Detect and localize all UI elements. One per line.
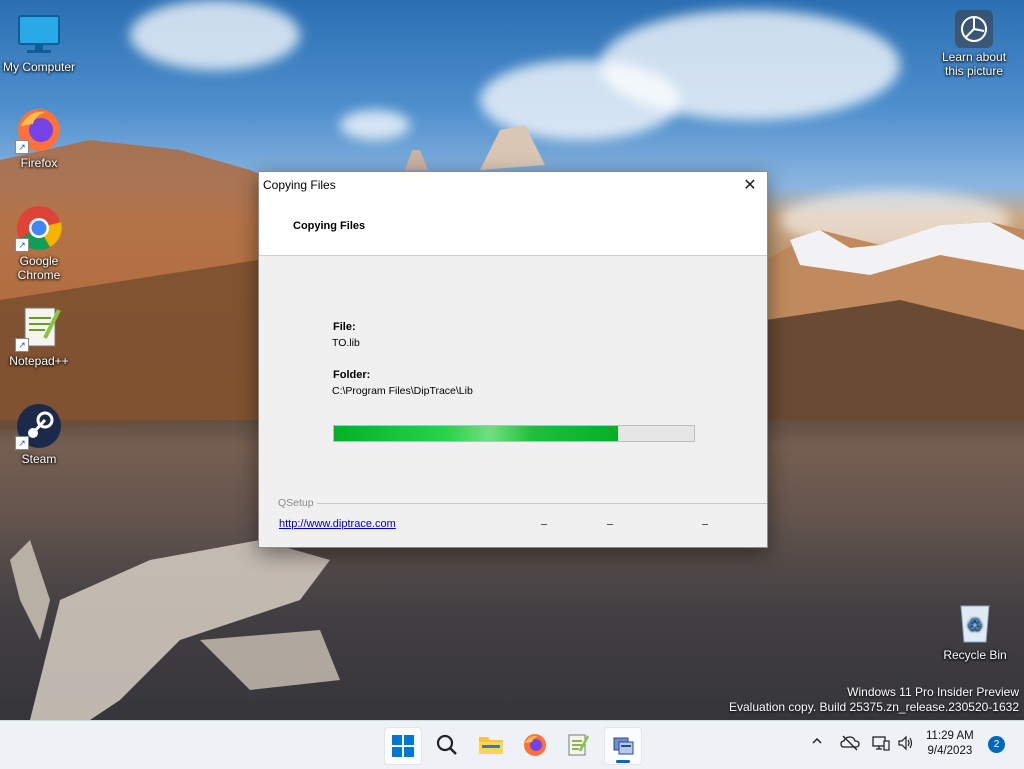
close-icon[interactable]: ✕ [733,172,767,197]
desktop-icon-steam[interactable]: ↗ Steam [1,402,77,466]
clock[interactable]: 11:29 AM 9/4/2023 [926,729,974,759]
separator [297,503,767,504]
clock-time: 11:29 AM [926,730,974,742]
progress-fill [334,426,619,441]
file-value: TO.lib [332,337,360,349]
dialog-header-title: Copying Files [293,220,366,232]
chevron-up-icon[interactable] [811,735,823,750]
learn-about-picture[interactable]: Learn about this picture [936,10,1012,78]
hidden-button-placeholder [702,524,708,525]
file-explorer-icon [479,737,503,754]
active-app-indicator [616,760,630,763]
camera-lens-icon [955,10,993,48]
recycle-bin-icon: ♻ [951,598,999,646]
desktop-icon-my-computer[interactable]: My Computer [1,10,77,74]
search-icon [436,734,457,755]
notepad-plus-plus-icon [568,734,590,756]
steam-icon: ↗ [15,402,63,450]
copying-files-dialog: Copying Files ✕ Copying Files File: TO.l… [258,171,768,548]
search-button[interactable] [429,727,465,763]
chrome-icon: ↗ [15,204,63,252]
learn-about-picture-label: Learn about this picture [941,50,1007,78]
start-icon [392,735,414,757]
dialog-titlebar[interactable]: Copying Files ✕ [259,172,767,197]
desktop-icon-label: Google Chrome [17,254,61,282]
start-button[interactable] [384,727,422,765]
copy-progress-bar [333,425,695,442]
setup-app-icon [613,737,634,755]
shortcut-arrow-icon: ↗ [15,436,29,450]
onedrive-offline-icon[interactable] [840,735,860,754]
hidden-button-placeholder [607,524,613,525]
firefox-taskbar-button[interactable] [517,727,553,763]
desktop-icon-label: Firefox [20,156,58,170]
volume-icon[interactable] [897,735,915,754]
desktop-icon-label: Notepad++ [9,354,69,368]
desktop-icon-label: Steam [21,452,57,466]
shortcut-arrow-icon: ↗ [15,338,29,352]
notepad-plus-plus-icon: ↗ [15,304,63,352]
notepad-plus-plus-taskbar-button[interactable] [560,727,596,763]
windows-watermark: Windows 11 Pro Insider Preview Evaluatio… [729,685,1019,715]
desktop-icon-notepad-plus-plus[interactable]: ↗ Notepad++ [1,304,77,368]
hidden-button-placeholder [541,524,547,525]
shortcut-arrow-icon: ↗ [15,140,29,154]
watermark-line-1: Windows 11 Pro Insider Preview [847,685,1019,699]
desktop-icon-firefox[interactable]: ↗ Firefox [1,106,77,170]
folder-label: Folder: [333,369,371,381]
watermark-line-2: Evaluation copy. Build 25375.zn_release.… [729,700,1019,714]
dialog-title: Copying Files [263,177,336,192]
file-label: File: [333,321,356,333]
firefox-icon: ↗ [15,106,63,154]
network-icon[interactable] [872,735,890,754]
taskbar: 11:29 AM 9/4/2023 2 [0,720,1024,769]
desktop-icon-label: My Computer [2,60,76,74]
desktop-icon-recycle-bin[interactable]: ♻ Recycle Bin [937,598,1013,662]
setup-app-taskbar-button[interactable] [604,727,642,765]
folder-value: C:\Program Files\DipTrace\Lib [332,385,473,397]
svg-text:♻: ♻ [967,615,983,635]
notification-badge[interactable]: 2 [988,736,1005,753]
desktop-icon-label: Recycle Bin [943,648,1007,662]
file-explorer-button[interactable] [473,727,509,763]
desktop-icon-google-chrome[interactable]: ↗ Google Chrome [1,204,77,282]
shortcut-arrow-icon: ↗ [15,238,29,252]
clock-date: 9/4/2023 [927,745,973,757]
firefox-icon [524,734,546,756]
computer-icon [15,10,63,58]
website-link[interactable]: http://www.diptrace.com [279,518,396,530]
brand-label: QSetup [275,497,317,509]
